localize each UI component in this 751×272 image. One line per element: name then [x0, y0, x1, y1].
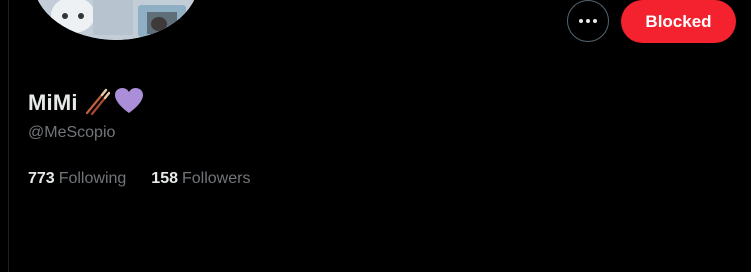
profile-stats: 773 Following 158 Followers: [28, 170, 250, 188]
more-options-button[interactable]: [567, 0, 609, 42]
profile-name-row: MiMi: [28, 87, 144, 119]
display-name: MiMi: [28, 90, 78, 115]
blocked-button-label: Blocked: [645, 11, 712, 31]
followers-count: 158: [151, 170, 178, 187]
following-label: Following: [58, 170, 127, 187]
following-count: 773: [28, 170, 55, 187]
avatar-image: [33, 0, 199, 40]
following-link[interactable]: 773 Following: [28, 170, 126, 188]
more-horizontal-icon: [579, 19, 597, 23]
purple-heart-icon: [114, 87, 144, 120]
blocked-button[interactable]: Blocked: [621, 0, 736, 43]
avatar[interactable]: [33, 0, 199, 40]
followers-label: Followers: [182, 170, 251, 187]
profile-handle: @MeScopio: [28, 124, 116, 141]
followers-link[interactable]: 158 Followers: [151, 170, 250, 188]
column-border: [8, 0, 9, 272]
chopsticks-icon: [84, 87, 110, 120]
